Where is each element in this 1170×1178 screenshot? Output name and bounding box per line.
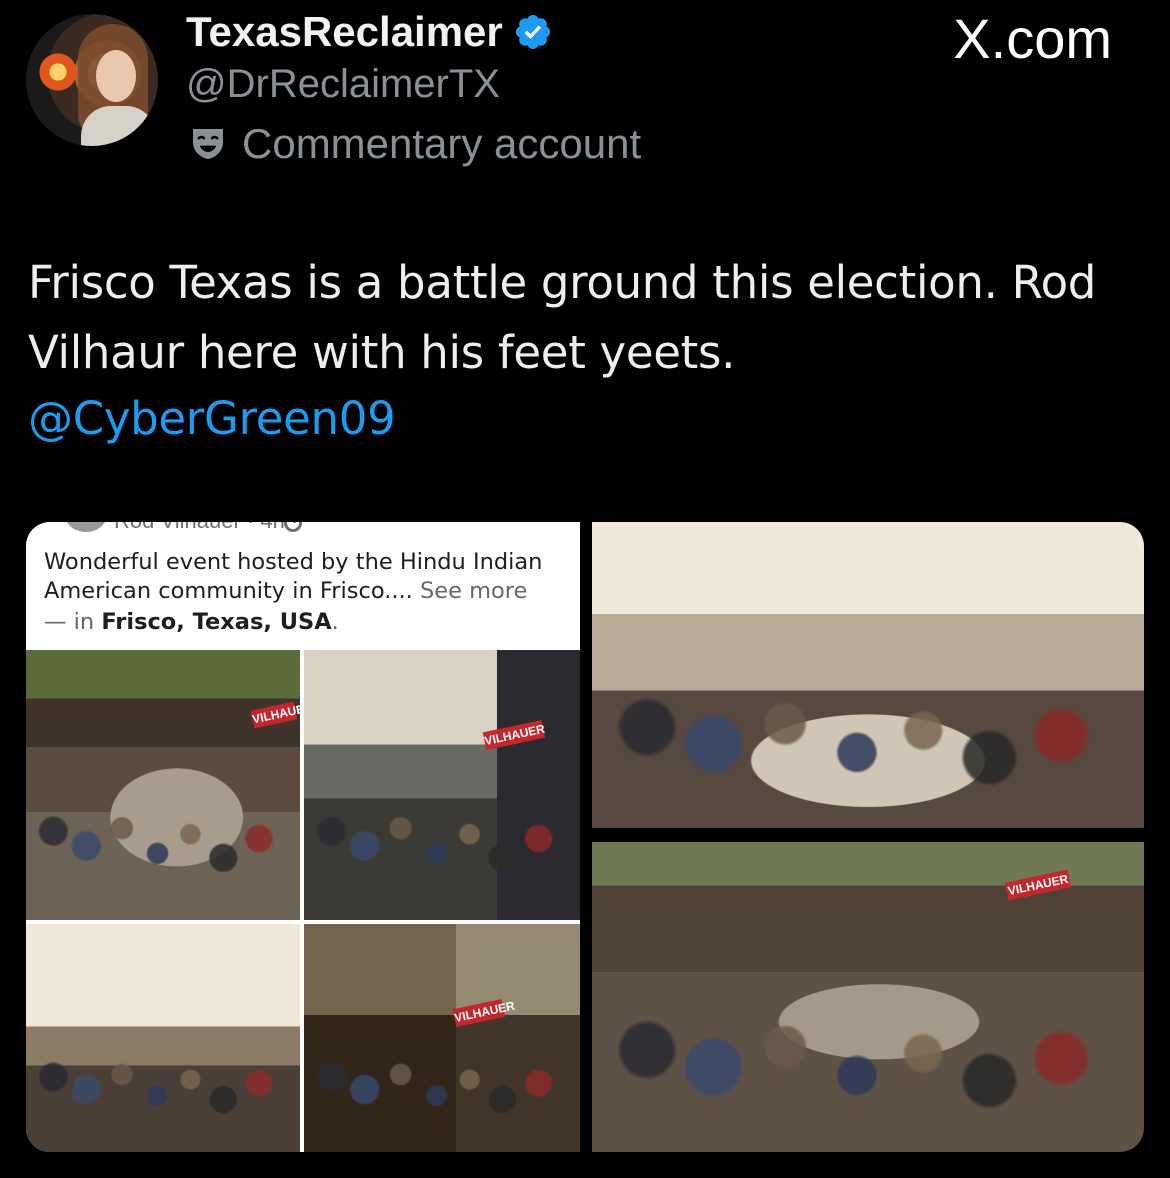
- fb-photo-3[interactable]: [26, 924, 300, 1152]
- fb-photo-1[interactable]: VILHAUER: [26, 650, 300, 920]
- campaign-banner: VILHAUER: [250, 699, 300, 729]
- media-grid[interactable]: Rod Vilhauer · 4h · Wonderful event host…: [26, 522, 1144, 1152]
- fb-post-text: Wonderful event hosted by the Hindu Indi…: [44, 548, 574, 606]
- tweet-text: Frisco Texas is a battle ground this ele…: [28, 256, 1097, 379]
- brand-watermark: X.com: [953, 7, 1112, 70]
- tweet-screenshot: TexasReclaimer @DrReclaimerTX Commentary…: [0, 0, 1170, 1178]
- mention-link[interactable]: @CyberGreen09: [28, 384, 396, 454]
- people-group: [304, 1026, 580, 1152]
- fb-author-avatar: [66, 522, 106, 532]
- user-handle[interactable]: @DrReclaimerTX: [186, 62, 500, 107]
- people-group: [304, 771, 580, 920]
- media-facebook-screenshot[interactable]: Rod Vilhauer · 4h · Wonderful event host…: [26, 522, 580, 1152]
- avatar-coat: [81, 106, 156, 146]
- campaign-banner: VILHAUER: [482, 719, 547, 751]
- fb-author-meta: Rod Vilhauer · 4h ·: [114, 522, 298, 534]
- location-name[interactable]: Frisco, Texas, USA: [101, 609, 331, 635]
- fb-post-location: — in Frisco, Texas, USA.: [44, 608, 339, 637]
- campaign-banner: VILHAUER: [452, 998, 517, 1028]
- fb-post-header: Rod Vilhauer · 4h · Wonderful event host…: [26, 522, 580, 650]
- media-photo-bottom-right[interactable]: VILHAUER: [592, 842, 1144, 1152]
- see-more-link[interactable]: See more: [420, 578, 527, 604]
- location-suffix: .: [331, 609, 339, 635]
- account-label-row: Commentary account: [188, 120, 641, 168]
- fb-photo-2[interactable]: VILHAUER: [304, 650, 580, 920]
- profile-avatar[interactable]: [26, 14, 158, 146]
- campaign-banner: VILHAUER: [1004, 869, 1072, 901]
- people-group: [26, 1026, 300, 1152]
- avatar-face: [96, 50, 136, 102]
- theater-mask-icon: [193, 129, 223, 159]
- people-group: [592, 981, 1144, 1152]
- people-group: [592, 659, 1144, 828]
- fb-photo-4[interactable]: VILHAUER: [304, 924, 580, 1152]
- display-name-row[interactable]: TexasReclaimer: [186, 8, 553, 56]
- avatar-fire-graphic: [38, 52, 78, 92]
- people-group: [26, 771, 300, 920]
- location-prefix: — in: [44, 609, 102, 635]
- verified-badge-icon: [515, 14, 550, 50]
- media-photo-top-right[interactable]: [592, 522, 1144, 828]
- display-name[interactable]: TexasReclaimer: [186, 8, 503, 56]
- account-label: Commentary account: [242, 120, 642, 167]
